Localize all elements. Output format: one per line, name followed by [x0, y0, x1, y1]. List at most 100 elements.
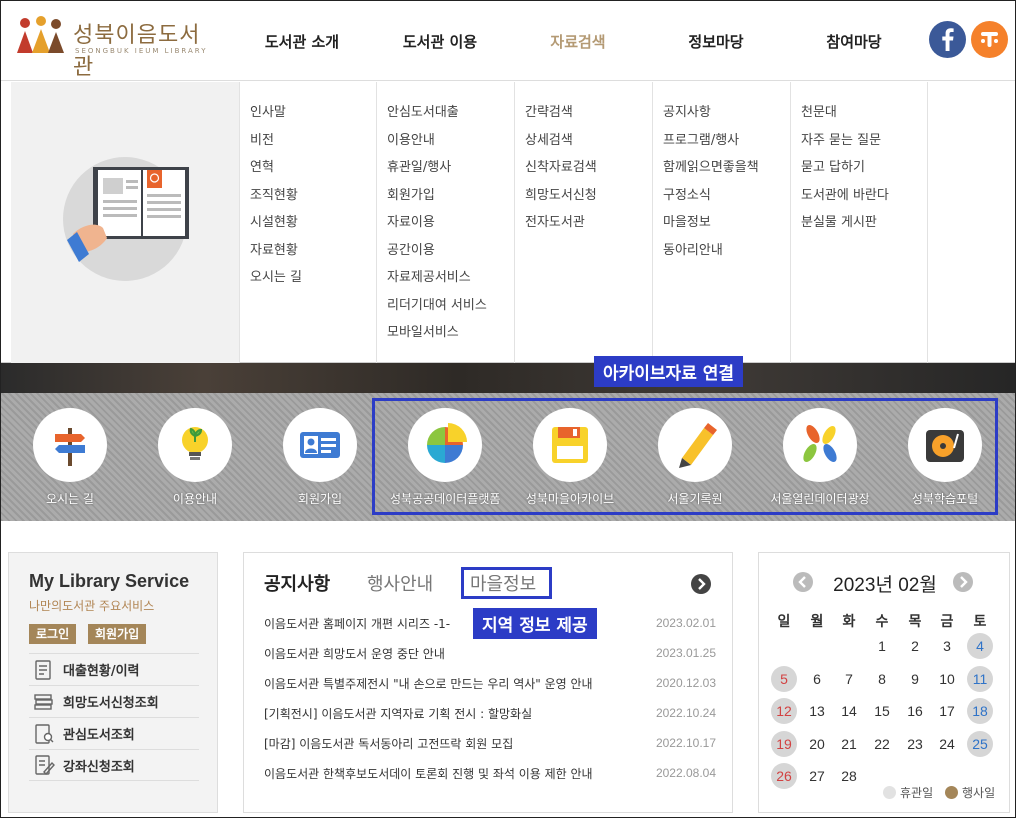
notice-row[interactable]: 이음도서관 특별주제전시 "내 손으로 만드는 우리 역사" 운영 안내 202… — [264, 668, 716, 698]
book-request-status-link[interactable]: 희망도서신청조회 — [29, 685, 199, 717]
menu-notices[interactable]: 공지사항 — [653, 99, 790, 127]
calendar-day[interactable]: 20 — [804, 731, 830, 757]
menu-space-use[interactable]: 공간이용 — [377, 237, 514, 265]
menu-vision[interactable]: 비전 — [240, 127, 376, 155]
menu-qna[interactable]: 묻고 답하기 — [791, 154, 927, 182]
weekday-header: 화 — [842, 614, 856, 630]
archive-link-village-archive[interactable]: 성북마을아카이브 — [515, 408, 625, 507]
calendar-day[interactable]: 26 — [771, 763, 797, 789]
archive-link-learning-portal[interactable]: 성북학습포털 — [890, 408, 1000, 507]
menu-suggestions[interactable]: 도서관에 바란다 — [791, 182, 927, 210]
menu-village-info[interactable]: 마을정보 — [653, 209, 790, 237]
calendar-day[interactable]: 27 — [804, 763, 830, 789]
calendar-day[interactable]: 9 — [902, 666, 928, 692]
nav-library-intro[interactable]: 도서관 소개 — [233, 1, 371, 81]
nav-info[interactable]: 정보마당 — [647, 1, 785, 81]
more-arrow-icon[interactable] — [691, 574, 711, 594]
calendar-day[interactable]: 3 — [934, 633, 960, 659]
lecture-status-link[interactable]: 강좌신청조회 — [29, 749, 199, 781]
menu-directions[interactable]: 오시는 길 — [240, 264, 376, 292]
archive-link-label: 성북마을아카이브 — [525, 492, 615, 506]
calendar-day[interactable]: 28 — [836, 763, 862, 789]
menu-greeting[interactable]: 인사말 — [240, 99, 376, 127]
loan-history-link[interactable]: 대출현황/이력 — [29, 653, 199, 685]
menu-facilities[interactable]: 시설현황 — [240, 209, 376, 237]
menu-reader-rental[interactable]: 리더기대여 서비스 — [377, 292, 514, 320]
calendar-day[interactable]: 18 — [967, 698, 993, 724]
menu-col-intro: 인사말 비전 연혁 조직현황 시설현황 자료현황 오시는 길 — [239, 82, 376, 363]
archive-link-seoul-archives[interactable]: 서울기록원 — [640, 408, 750, 507]
notice-row[interactable]: [마감] 이음도서관 독서동아리 고전뜨락 회원 모집 2022.10.17 — [264, 728, 716, 758]
menu-lost-found[interactable]: 분실물 게시판 — [791, 209, 927, 237]
calendar-day[interactable]: 4 — [967, 633, 993, 659]
menu-book-request[interactable]: 희망도서신청 — [515, 182, 652, 210]
calendar-day[interactable]: 22 — [869, 731, 895, 757]
menu-history[interactable]: 연혁 — [240, 154, 376, 182]
notice-row[interactable]: 이음도서관 희망도서 운영 중단 안내 2023.01.25 — [264, 638, 716, 668]
calendar-day[interactable]: 17 — [934, 698, 960, 724]
calendar-day[interactable]: 7 — [836, 666, 862, 692]
menu-closed-days[interactable]: 휴관일/행사 — [377, 154, 514, 182]
list-item-label: 강좌신청조회 — [63, 759, 135, 775]
login-button[interactable]: 로그인 — [29, 624, 77, 644]
menu-new-arrivals[interactable]: 신착자료검색 — [515, 154, 652, 182]
menu-faq[interactable]: 자주 묻는 질문 — [791, 127, 927, 155]
menu-recommended[interactable]: 함께읽으면좋을책 — [653, 154, 790, 182]
menu-e-library[interactable]: 전자도서관 — [515, 209, 652, 237]
calendar-day[interactable]: 1 — [869, 633, 895, 659]
menu-signup[interactable]: 회원가입 — [377, 182, 514, 210]
menu-mobile[interactable]: 모바일서비스 — [377, 319, 514, 347]
signup-button[interactable]: 회원가입 — [88, 624, 147, 644]
menu-advanced-search[interactable]: 상세검색 — [515, 127, 652, 155]
calendar-day[interactable]: 12 — [771, 698, 797, 724]
notice-title: 이음도서관 한책후보도서데이 토론회 진행 및 좌석 이용 제한 안내 — [264, 766, 593, 781]
menu-usage-guide[interactable]: 이용안내 — [377, 127, 514, 155]
quick-link-directions[interactable]: 오시는 길 — [15, 408, 125, 507]
calendar-day[interactable]: 24 — [934, 731, 960, 757]
menu-simple-search[interactable]: 간략검색 — [515, 99, 652, 127]
quick-link-signup[interactable]: 회원가입 — [265, 408, 375, 507]
calendar-day[interactable]: 11 — [967, 665, 993, 692]
notice-row[interactable]: 이음도서관 한책후보도서데이 토론회 진행 및 좌석 이용 제한 안내 2022… — [264, 758, 716, 788]
nav-participate[interactable]: 참여마당 — [785, 1, 923, 81]
tab-notices[interactable]: 공지사항 — [264, 570, 330, 596]
next-month-icon[interactable] — [953, 572, 973, 592]
calendar-day[interactable]: 21 — [836, 731, 862, 757]
calendar-day[interactable]: 6 — [804, 666, 830, 692]
menu-collection[interactable]: 자료현황 — [240, 237, 376, 265]
notice-date: 2023.02.01 — [655, 616, 716, 630]
calendar-day[interactable]: 13 — [804, 698, 830, 724]
calendar-day[interactable]: 23 — [902, 731, 928, 757]
nav-search[interactable]: 자료검색 — [509, 1, 647, 81]
tab-events[interactable]: 행사안내 — [367, 570, 433, 596]
notice-row[interactable]: [기획전시] 이음도서관 지역자료 기획 전시 : 할망화실 2022.10.2… — [264, 698, 716, 728]
calendar-day[interactable]: 5 — [771, 665, 797, 692]
facebook-icon[interactable] — [929, 21, 966, 58]
menu-material-service[interactable]: 자료제공서비스 — [377, 264, 514, 292]
archive-link-public-data[interactable]: 성북공공데이터플랫폼 — [390, 408, 500, 507]
calendar-day[interactable]: 16 — [902, 698, 928, 724]
menu-clubs[interactable]: 동아리안내 — [653, 237, 790, 265]
menu-organization[interactable]: 조직현황 — [240, 182, 376, 210]
calendar-day[interactable]: 14 — [836, 698, 862, 724]
nav-library-use[interactable]: 도서관 이용 — [371, 1, 509, 81]
library-logo[interactable]: 성북이음도서관 SEONGBUK IEUM LIBRARY — [15, 15, 215, 80]
calendar-day[interactable]: 25 — [967, 730, 993, 757]
edit-document-icon — [35, 755, 55, 775]
menu-material-use[interactable]: 자료이용 — [377, 209, 514, 237]
logo-people-icon — [17, 16, 64, 53]
calendar-day[interactable]: 8 — [869, 666, 895, 692]
menu-col-info: 공지사항 프로그램/행사 함께읽으면좋을책 구정소식 마을정보 동아리안내 — [652, 82, 790, 363]
menu-safe-loan[interactable]: 안심도서대출 — [377, 99, 514, 127]
menu-programs[interactable]: 프로그램/행사 — [653, 127, 790, 155]
menu-district-news[interactable]: 구정소식 — [653, 182, 790, 210]
calendar-day[interactable]: 15 — [869, 698, 895, 724]
calendar-day[interactable]: 19 — [771, 730, 797, 757]
menu-observatory[interactable]: 천문대 — [791, 99, 927, 127]
calendar-day[interactable]: 10 — [934, 666, 960, 692]
tmap-icon[interactable] — [971, 21, 1008, 58]
favorite-books-link[interactable]: 관심도서조회 — [29, 717, 199, 749]
archive-link-open-data[interactable]: 서울열린데이터광장 — [765, 408, 875, 507]
calendar-day[interactable]: 2 — [902, 633, 928, 659]
quick-link-guide[interactable]: 이용안내 — [140, 408, 250, 507]
